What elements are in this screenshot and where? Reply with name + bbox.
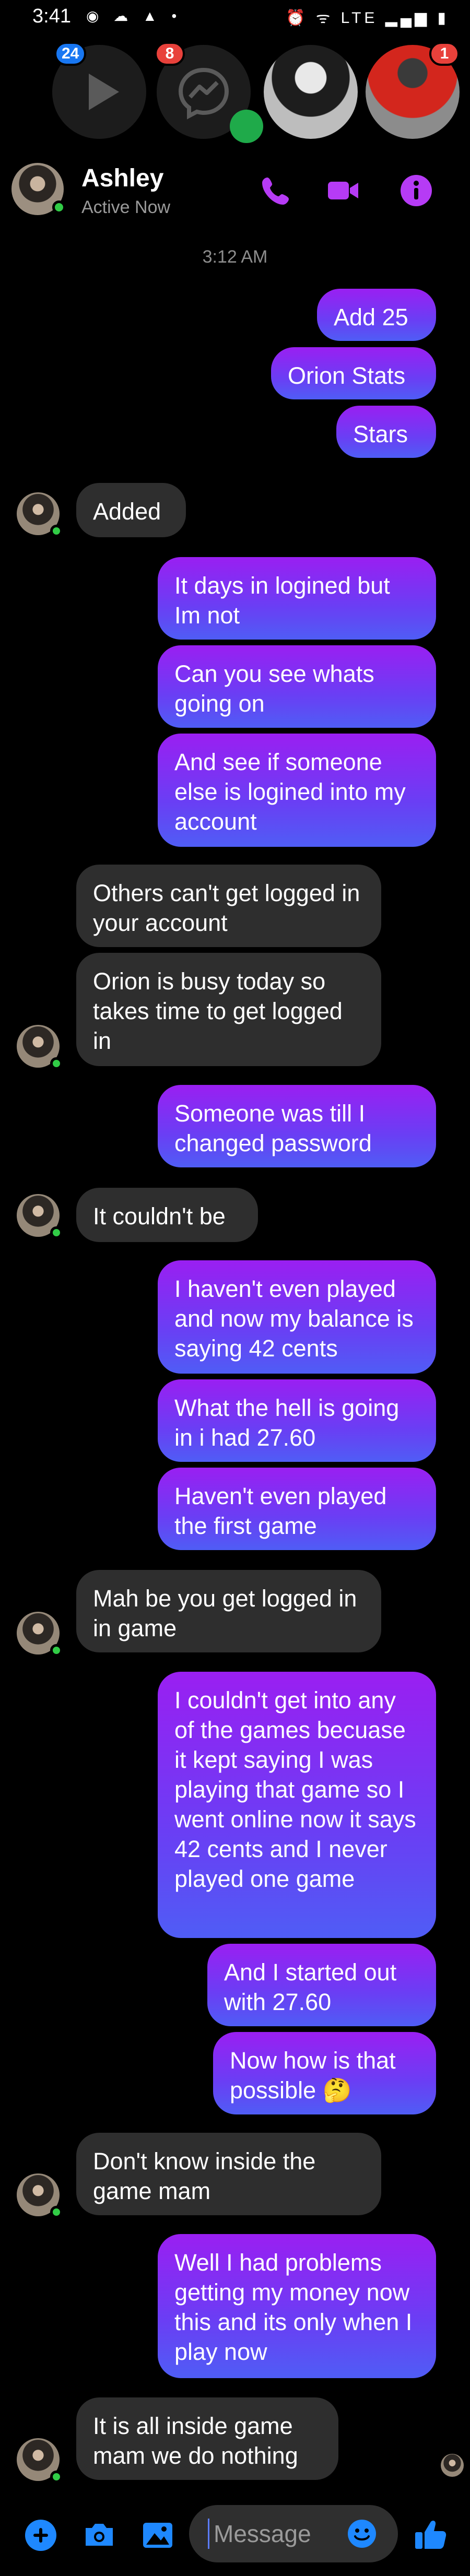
online-indicator xyxy=(52,200,66,214)
message-timestamp: 3:12 AM xyxy=(202,247,268,267)
sent-message[interactable]: Someone was till I changed password xyxy=(158,1085,436,1167)
avatar[interactable] xyxy=(17,1194,63,1239)
unread-badge: 8 xyxy=(155,42,185,66)
avatar[interactable] xyxy=(17,1612,63,1657)
received-message[interactable]: Mah be you get logged in in game xyxy=(76,1570,381,1652)
info-icon[interactable] xyxy=(398,172,434,209)
conversation-header: Ashley Active Now xyxy=(0,151,470,230)
chat-head-contact[interactable] xyxy=(264,45,358,139)
avatar[interactable] xyxy=(17,1025,63,1070)
sent-message[interactable]: And see if someone else is logined into … xyxy=(158,734,436,847)
sent-message[interactable]: I couldn't get into any of the games bec… xyxy=(158,1672,436,1938)
sent-message[interactable]: Add 25 xyxy=(317,289,436,341)
online-indicator xyxy=(50,1226,63,1239)
sent-message[interactable]: And I started out with 27.60 xyxy=(207,1944,436,2026)
chat-heads-bar: 24 8 1 xyxy=(0,37,470,151)
sent-message[interactable]: Haven't even played the first game xyxy=(158,1468,436,1550)
system-status-icons: ⏰ ᯤ LTE ▂▄▆ ▮ xyxy=(286,9,449,27)
online-indicator xyxy=(50,1644,63,1657)
gallery-icon[interactable] xyxy=(137,2514,179,2556)
video-call-icon[interactable] xyxy=(325,172,361,209)
emoji-icon[interactable] xyxy=(346,2518,378,2550)
received-message[interactable]: Orion is busy today so takes time to get… xyxy=(76,953,381,1066)
online-indicator xyxy=(50,1057,63,1070)
online-indicator xyxy=(50,525,63,537)
read-receipt-avatar xyxy=(441,2454,464,2477)
received-message[interactable]: Others can't get logged in your account xyxy=(76,865,381,947)
contact-name[interactable]: Ashley xyxy=(81,164,163,193)
message-composer xyxy=(0,2496,470,2576)
money-app-icon xyxy=(230,110,263,143)
sent-message[interactable]: It days in logined but Im not xyxy=(158,557,436,640)
sent-message[interactable]: Can you see whats going on xyxy=(158,645,436,728)
camera-icon[interactable] xyxy=(78,2514,120,2556)
unread-badge: 1 xyxy=(429,42,460,66)
sent-message[interactable]: Orion Stats xyxy=(271,347,436,399)
message-input[interactable] xyxy=(208,2519,359,2549)
received-message[interactable]: It is all inside game mam we do nothing xyxy=(76,2397,338,2480)
sent-message[interactable]: I haven't even played and now my balance… xyxy=(158,1260,436,1374)
online-indicator xyxy=(50,2471,63,2483)
notification-icons: ◉ ☁ ▲ • xyxy=(86,8,182,24)
active-status: Active Now xyxy=(81,197,171,217)
sent-message[interactable]: What the hell is going in i had 27.60 xyxy=(158,1379,436,1462)
chat-head-play[interactable]: 24 xyxy=(52,42,146,139)
avatar[interactable] xyxy=(11,163,66,215)
status-bar: 3:41 ◉ ☁ ▲ • ⏰ ᯤ LTE ▂▄▆ ▮ xyxy=(0,0,470,37)
received-message[interactable]: It couldn't be xyxy=(76,1188,258,1242)
chat-head-contact[interactable]: 1 xyxy=(366,42,460,139)
sent-message[interactable]: Stars xyxy=(336,406,436,458)
thumbs-up-icon[interactable] xyxy=(410,2514,452,2556)
online-indicator xyxy=(50,2206,63,2218)
plus-icon[interactable] xyxy=(20,2514,62,2556)
status-time: 3:41 xyxy=(32,5,71,27)
sent-message[interactable]: Well I had problems getting my money now… xyxy=(158,2234,436,2378)
received-message[interactable]: Added xyxy=(76,483,186,537)
received-message[interactable]: Don't know inside the game mam xyxy=(76,2133,381,2215)
avatar[interactable] xyxy=(17,2173,63,2218)
unread-badge: 24 xyxy=(54,42,87,66)
avatar[interactable] xyxy=(17,492,63,537)
avatar[interactable] xyxy=(17,2438,63,2483)
phone-icon[interactable] xyxy=(258,172,295,209)
sent-message[interactable]: Now how is that possible 🤔 xyxy=(213,2032,436,2114)
message-input-container[interactable] xyxy=(189,2505,398,2562)
